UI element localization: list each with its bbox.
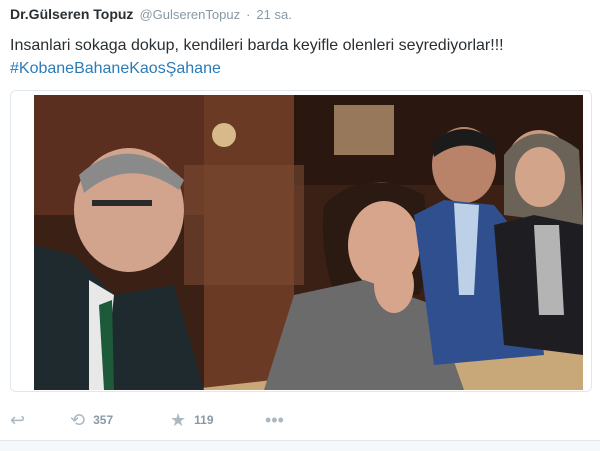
tweet-photo[interactable] [34,95,583,390]
meta-separator: · [246,7,251,22]
retweet-count: 357 [93,413,114,427]
more-dots-icon[interactable]: ••• [265,405,284,435]
retweet-icon[interactable]: ⟲ [70,405,85,435]
tweet-header: Dr.Gülseren Topuz @GulserenTopuz · 21 sa… [10,6,590,28]
tweet-text: Insanlari sokaga dokup, kendileri barda … [10,34,590,80]
star-icon[interactable]: ★ [170,405,186,435]
reply-action[interactable]: ↩ [10,405,25,435]
hashtag-link[interactable]: #KobaneBahaneKaosŞahane [10,57,590,80]
favorite-count: 119 [194,413,214,427]
more-action[interactable]: ••• [265,405,284,435]
favorite-action[interactable]: ★ 119 [170,405,214,435]
tweet-text-line: Insanlari sokaga dokup, kendileri barda … [10,37,504,54]
bottom-divider [0,440,600,451]
author-handle[interactable]: @GulserenTopuz [139,7,240,22]
tweet-actions: ↩ ⟲ 357 ★ 119 ••• [0,405,600,435]
retweet-action[interactable]: ⟲ 357 [70,405,113,435]
reply-icon[interactable]: ↩ [10,405,25,435]
photo-illustration [34,95,583,390]
tweet-timestamp[interactable]: 21 sa. [256,7,291,22]
author-display-name[interactable]: Dr.Gülseren Topuz [10,6,133,22]
